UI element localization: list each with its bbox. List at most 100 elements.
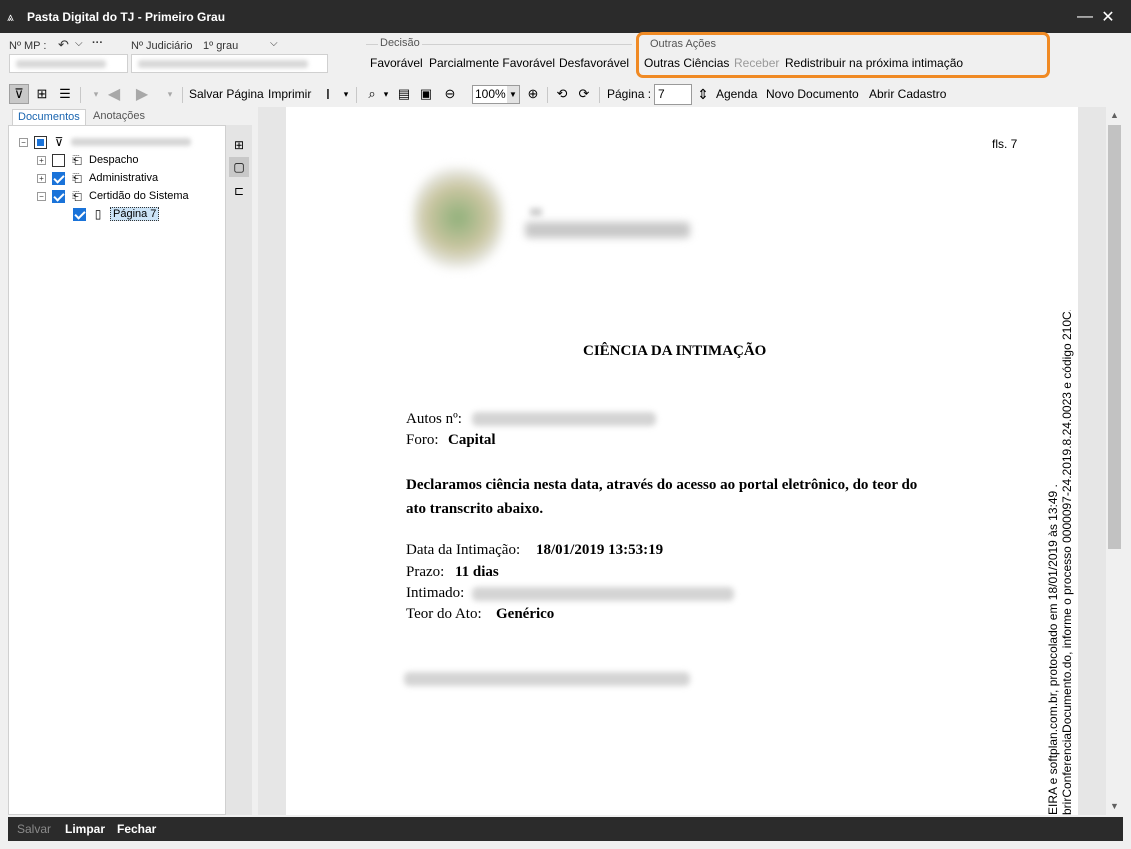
fit-width-icon[interactable]: ▤ — [394, 84, 414, 104]
fls-number: fls. 7 — [992, 137, 1018, 151]
text-cursor-icon[interactable]: I — [318, 84, 338, 104]
expand-icon[interactable]: + — [37, 173, 46, 183]
grau-dropdown-icon[interactable]: ⌵ — [270, 38, 278, 49]
favoravel-button[interactable]: Favorável — [370, 56, 423, 70]
parcialmente-favoravel-button[interactable]: Parcialmente Favorável — [429, 56, 555, 70]
foro-label: Foro: — [406, 432, 439, 448]
certificate-icon: ⎗ — [72, 153, 82, 167]
root-checkbox[interactable] — [34, 135, 47, 149]
salvar-pagina-button[interactable]: Salvar Página — [189, 84, 264, 104]
administrativa-checkbox[interactable] — [52, 171, 65, 185]
document-title: CIÊNCIA DA INTIMAÇÃO — [583, 343, 767, 359]
despacho-checkbox[interactable] — [52, 153, 65, 167]
data-intimacao-label: Data da Intimação: — [406, 542, 521, 558]
tab-anotacoes[interactable]: Anotações — [88, 109, 150, 126]
imprimir-button[interactable]: Imprimir — [268, 84, 311, 104]
tree-item-pagina-7[interactable]: ▯ Página 7 — [73, 206, 160, 222]
rotate-right-icon[interactable]: ⟳ — [574, 84, 594, 104]
scroll-down-icon[interactable]: ▼ — [1106, 798, 1123, 815]
close-button[interactable]: ✕ — [1085, 0, 1131, 33]
prazo-value: 11 dias — [455, 564, 499, 580]
certificate-icon: ⎗ — [72, 189, 82, 203]
zoom-out-icon[interactable]: ⊖ — [440, 84, 460, 104]
chevron-down-icon[interactable]: ⌵ — [75, 38, 83, 49]
zoom-in-icon[interactable]: ⊕ — [523, 84, 543, 104]
zoom-dropdown-icon[interactable]: ▾ — [376, 84, 396, 104]
court-logo — [413, 168, 503, 268]
collapse-icon[interactable]: − — [37, 191, 46, 201]
page-icon: ▯ — [94, 207, 102, 221]
folder-filter-icon: ⊽ — [54, 135, 64, 149]
document-scrollbar[interactable]: ▲ ▼ — [1106, 107, 1123, 815]
cursor-dropdown-icon[interactable]: ▾ — [336, 84, 356, 104]
grau-label: 1º grau — [203, 40, 239, 52]
tree-item-administrativa[interactable]: + ⎗ Administrativa — [37, 170, 158, 186]
pagina-checkbox[interactable] — [73, 207, 86, 221]
add-note-icon[interactable]: ⊞ — [229, 135, 249, 155]
list-view-icon[interactable]: ☰ — [55, 84, 75, 104]
limpar-button[interactable]: Limpar — [65, 822, 105, 836]
previous-icon[interactable]: ◀ — [104, 84, 124, 104]
document-tree: − ⊽ + ⎗ Despacho + ⎗ Administrativa − ⎗ … — [8, 125, 226, 815]
intimado-label: Intimado: — [406, 585, 465, 601]
sidebar-tools: ⊞ ▢ ⊏ — [226, 125, 252, 815]
decisao-title: Decisão — [378, 37, 422, 49]
court-logo-text-small — [530, 208, 542, 216]
certidao-checkbox[interactable] — [52, 189, 65, 203]
tree-view-icon[interactable]: ⊞ — [32, 84, 52, 104]
scroll-up-icon[interactable]: ▲ — [1106, 107, 1123, 124]
side-verification-line-2: brirConferenciaDocumento.do, informe o p… — [1060, 310, 1074, 815]
foro-value: Capital — [448, 432, 496, 448]
undo-icon[interactable]: ↶ — [58, 37, 69, 53]
intimado-value-redacted — [472, 587, 734, 601]
side-verification-line-1: EIRA e softplan.com.br, protocolado em 1… — [1046, 484, 1060, 815]
salvar-button[interactable]: Salvar — [17, 822, 51, 836]
judiciario-field[interactable] — [131, 54, 328, 73]
scroll-thumb[interactable] — [1108, 125, 1121, 549]
desfavoravel-button[interactable]: Desfavorável — [559, 56, 629, 70]
tree-item-label: Página 7 — [110, 207, 160, 221]
autos-label: Autos nº: — [406, 411, 462, 427]
teor-value: Genérico — [496, 606, 555, 622]
more-icon[interactable]: ··· — [92, 37, 103, 49]
tree-root[interactable]: − ⊽ — [19, 134, 191, 150]
window-title: Pasta Digital do TJ - Primeiro Grau — [27, 9, 226, 24]
zoom-select[interactable]: 100% ▼ — [472, 85, 520, 104]
teor-label: Teor do Ato: — [406, 606, 482, 622]
certificate-icon: ⎗ — [72, 171, 82, 185]
tree-item-despacho[interactable]: + ⎗ Despacho — [37, 152, 139, 168]
nav-dropdown-icon[interactable]: ▾ — [86, 84, 106, 104]
pagina-input[interactable]: 7 — [654, 84, 692, 105]
agenda-button[interactable]: Agenda — [716, 84, 757, 104]
note-icon[interactable]: ▢ — [229, 157, 249, 177]
filter-icon[interactable]: ⊽ — [9, 84, 29, 104]
fit-page-icon[interactable]: ▣ — [416, 84, 436, 104]
judiciario-label: Nº Judiciário — [131, 40, 193, 52]
documents-panel: Documentos Anotações − ⊽ + ⎗ Despacho + … — [8, 107, 252, 815]
data-intimacao-value: 18/01/2019 13:53:19 — [536, 542, 664, 558]
next-icon[interactable]: ▶ — [132, 84, 152, 104]
tab-documentos[interactable]: Documentos — [12, 109, 86, 126]
footer-redacted — [404, 672, 690, 686]
abrir-cadastro-button[interactable]: Abrir Cadastro — [869, 84, 946, 104]
prazo-label: Prazo: — [406, 564, 445, 580]
expand-icon[interactable]: + — [37, 155, 46, 165]
nmp-label: Nº MP : — [9, 40, 47, 52]
novo-documento-button[interactable]: Novo Documento — [766, 84, 859, 104]
nmp-field[interactable] — [9, 54, 128, 73]
outras-acoes-highlight — [636, 32, 1050, 78]
zoom-value: 100% — [475, 87, 506, 101]
fechar-button[interactable]: Fechar — [117, 822, 156, 836]
tree-item-label: Administrativa — [89, 172, 159, 184]
tree-tool-icon[interactable]: ⊏ — [229, 181, 249, 201]
tree-item-certidao[interactable]: − ⎗ Certidão do Sistema — [37, 188, 189, 204]
bottom-bar: Salvar Limpar Fechar — [8, 817, 1123, 841]
collapse-icon[interactable]: − — [19, 137, 28, 147]
nav-dropdown-2-icon[interactable]: ▾ — [160, 84, 180, 104]
panel-tabs: Documentos Anotações — [8, 107, 252, 126]
zoom-select-arrow-icon: ▼ — [507, 86, 519, 103]
page-stepper-icon[interactable]: ⇕ — [693, 84, 713, 104]
rotate-left-icon[interactable]: ⟲ — [552, 84, 572, 104]
tree-item-label: Despacho — [89, 154, 139, 166]
pagina-label: Página : — [607, 87, 652, 101]
